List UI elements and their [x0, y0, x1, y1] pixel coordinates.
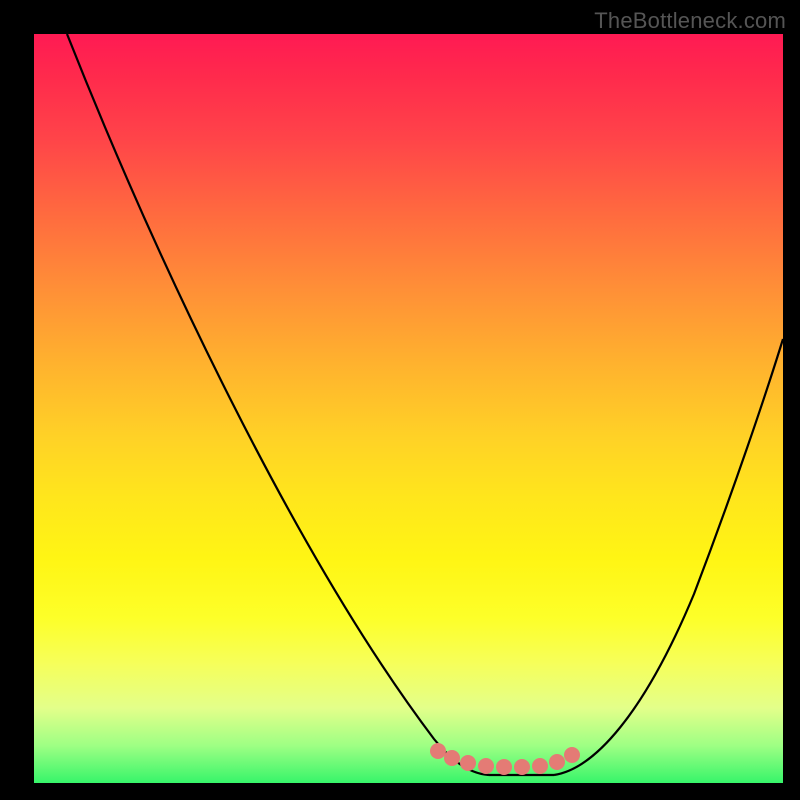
- marker-dot: [444, 750, 460, 766]
- bottleneck-curve: [34, 34, 783, 783]
- marker-dot: [549, 754, 565, 770]
- optimal-zone-markers: [34, 745, 783, 775]
- marker-dot: [496, 759, 512, 775]
- marker-dot: [532, 758, 548, 774]
- marker-dot: [514, 759, 530, 775]
- curve-right: [554, 339, 783, 775]
- marker-dot: [478, 758, 494, 774]
- watermark-text: TheBottleneck.com: [594, 8, 786, 34]
- marker-dot: [564, 747, 580, 763]
- plot-area: [34, 34, 783, 783]
- marker-dot: [460, 755, 476, 771]
- curve-left: [67, 34, 489, 775]
